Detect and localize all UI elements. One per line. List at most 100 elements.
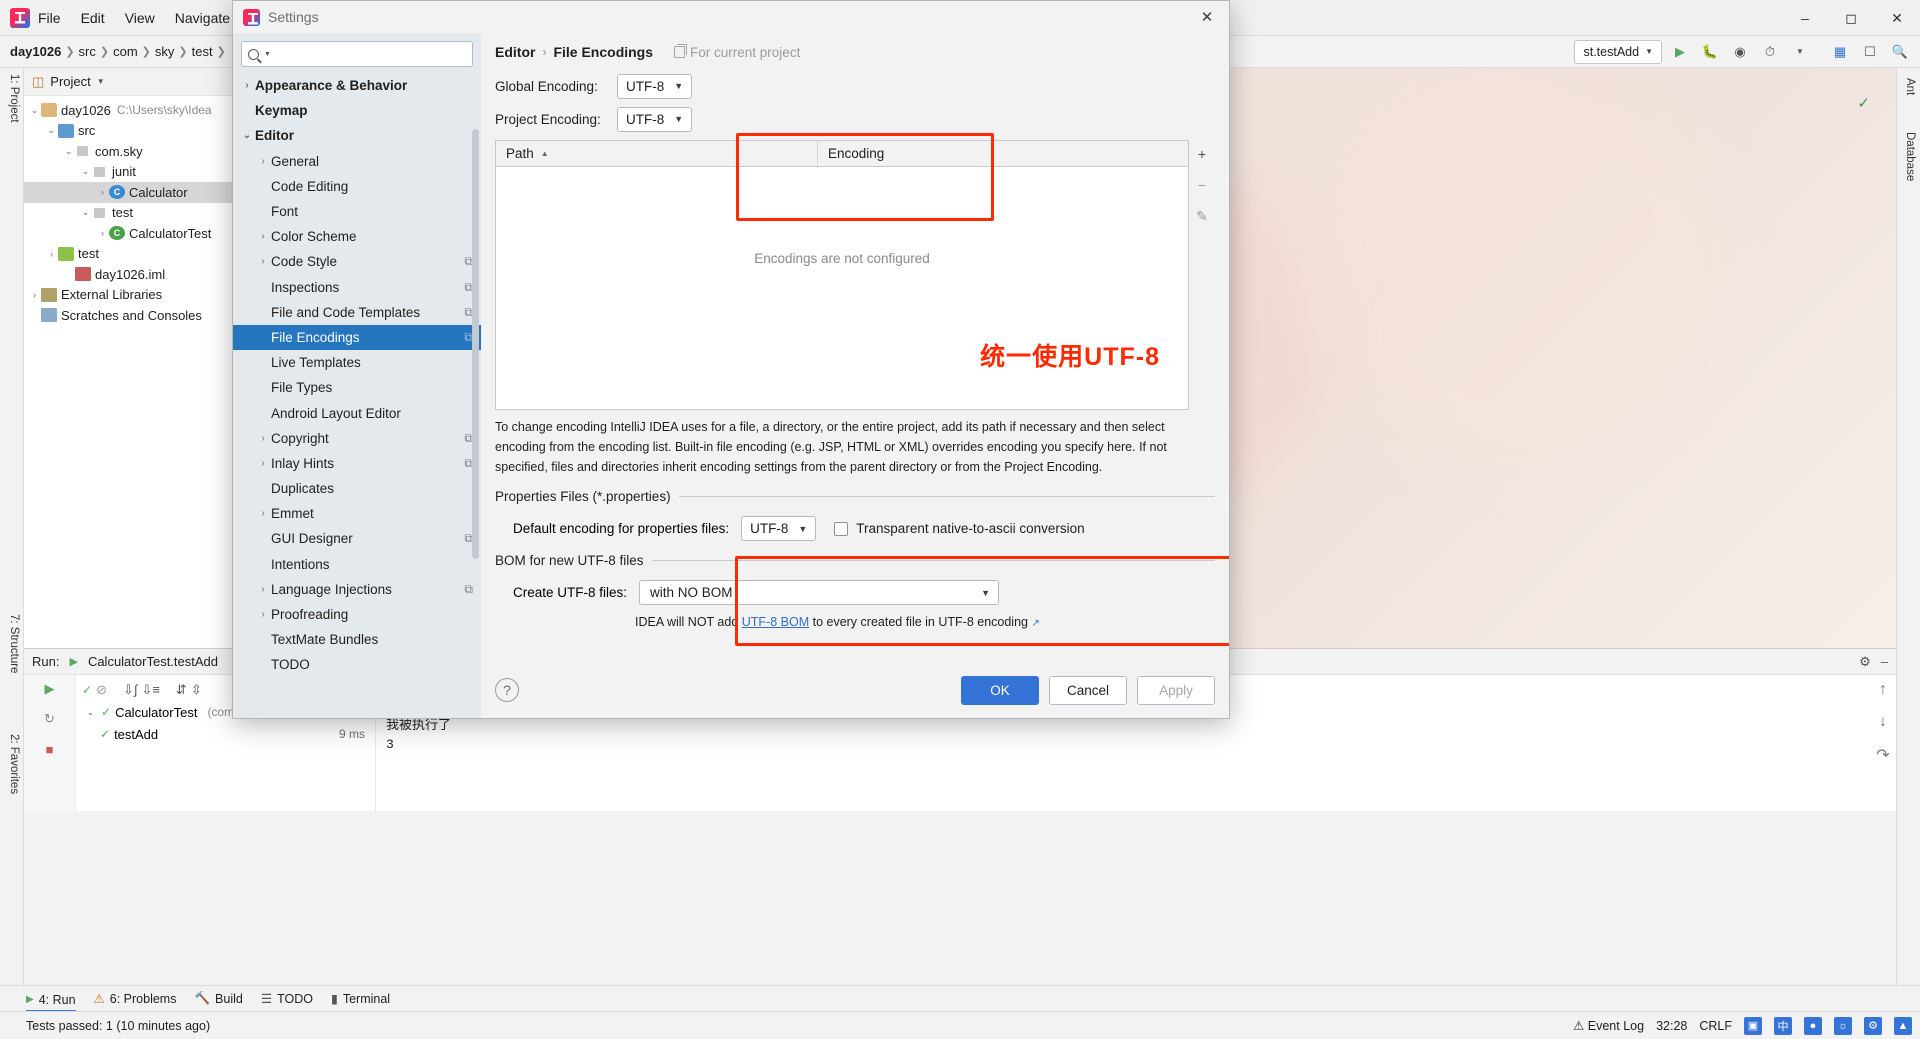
menu-item-file[interactable]: File bbox=[38, 10, 61, 26]
settings-category-color-scheme[interactable]: › Color Scheme bbox=[233, 224, 481, 249]
breadcrumb-project[interactable]: day1026 ❯ src ❯ com ❯ sky ❯ test ❯ bbox=[10, 44, 230, 59]
status-bar-right[interactable]: ⚠ Event Log 32:28 CRLF ▣ 中 ● ☼ ⚙ ▲ bbox=[1573, 1016, 1912, 1035]
settings-category-android-layout-editor[interactable]: Android Layout Editor bbox=[233, 400, 481, 425]
chevron-down-icon[interactable]: ⌄ bbox=[62, 146, 75, 157]
bottom-tab-run[interactable]: ▶ 4: Run bbox=[26, 986, 76, 1012]
settings-category-todo[interactable]: TODO bbox=[233, 652, 481, 677]
tool-tab-structure[interactable]: 7: Structure bbox=[0, 608, 24, 679]
project-structure-button[interactable]: ▦ bbox=[1828, 40, 1852, 64]
filter-ignored-icon[interactable]: ⊘ bbox=[96, 682, 107, 698]
rerun-button[interactable]: ▶ bbox=[40, 679, 60, 699]
settings-search-box[interactable]: ▼ bbox=[241, 41, 473, 67]
ok-button[interactable]: OK bbox=[961, 675, 1039, 705]
settings-category-textmate-bundles[interactable]: TextMate Bundles bbox=[233, 627, 481, 652]
settings-category-keymap[interactable]: Keymap bbox=[233, 98, 481, 123]
run-configuration-selector[interactable]: st.testAdd ▼ bbox=[1574, 39, 1662, 64]
chevron-right-icon[interactable]: › bbox=[255, 458, 271, 469]
settings-category-gui-designer[interactable]: GUI Designer ⧉ bbox=[233, 526, 481, 551]
settings-category-emmet[interactable]: › Emmet bbox=[233, 501, 481, 526]
settings-gear-icon[interactable]: ⚙ bbox=[1859, 654, 1871, 670]
sort-duration-icon[interactable]: ⇩≡ bbox=[141, 682, 159, 698]
chevron-down-icon[interactable]: ⌄ bbox=[45, 125, 58, 136]
bottom-tab-terminal[interactable]: ▮ Terminal bbox=[331, 991, 390, 1007]
coverage-button[interactable]: ◉ bbox=[1728, 40, 1752, 64]
chevron-right-icon[interactable]: › bbox=[239, 80, 255, 91]
chevron-right-icon[interactable]: › bbox=[255, 508, 271, 519]
settings-category-live-templates[interactable]: Live Templates bbox=[233, 350, 481, 375]
run-button[interactable]: ▶ bbox=[1668, 40, 1692, 64]
breadcrumb-item-test[interactable]: test bbox=[192, 44, 213, 59]
chevron-right-icon[interactable]: › bbox=[96, 187, 109, 197]
chevron-right-icon[interactable]: › bbox=[255, 609, 271, 620]
chevron-down-icon[interactable]: ▼ bbox=[97, 77, 105, 86]
sort-alpha-icon[interactable]: ⇩∫ bbox=[123, 682, 137, 698]
search-everywhere-icon[interactable]: 🔍 bbox=[1888, 40, 1912, 64]
settings-category-general[interactable]: › General bbox=[233, 149, 481, 174]
chevron-right-icon[interactable]: › bbox=[255, 231, 271, 242]
chevron-right-icon[interactable]: › bbox=[255, 256, 271, 267]
ime-icon-2[interactable]: 中 bbox=[1774, 1016, 1792, 1035]
maximize-button[interactable]: ◻ bbox=[1828, 0, 1874, 36]
settings-category-inlay-hints[interactable]: › Inlay Hints ⧉ bbox=[233, 451, 481, 476]
settings-category-file-encodings[interactable]: File Encodings ⧉ bbox=[233, 324, 481, 351]
test-result-row[interactable]: ✓ testAdd 9 ms bbox=[76, 723, 375, 745]
chevron-right-icon[interactable]: › bbox=[255, 584, 271, 595]
chevron-right-icon[interactable]: › bbox=[96, 228, 109, 238]
caret-position[interactable]: 32:28 bbox=[1656, 1019, 1687, 1033]
stop-button[interactable]: ■ bbox=[40, 739, 60, 759]
ime-icon-1[interactable]: ▣ bbox=[1744, 1016, 1762, 1035]
settings-category-editor[interactable]: ⌄ Editor bbox=[233, 123, 481, 148]
settings-category-file-types[interactable]: File Types bbox=[233, 375, 481, 400]
apply-button[interactable]: Apply bbox=[1137, 675, 1215, 705]
ime-icon-3[interactable]: ● bbox=[1804, 1016, 1822, 1035]
categories-scrollbar-thumb[interactable] bbox=[472, 129, 479, 559]
dialog-close-button[interactable]: ✕ bbox=[1185, 1, 1229, 33]
settings-category-inspections[interactable]: Inspections ⧉ bbox=[233, 275, 481, 300]
run-window-toolbar[interactable]: ▶ ↻ ■ bbox=[24, 675, 76, 812]
project-encoding-dropdown[interactable]: UTF-8 ▼ bbox=[617, 106, 693, 132]
rerun-failed-button[interactable]: ↻ bbox=[40, 709, 60, 729]
breadcrumb-item-project[interactable]: day1026 bbox=[10, 44, 61, 59]
menu-item-edit[interactable]: Edit bbox=[81, 10, 105, 26]
line-separator[interactable]: CRLF bbox=[1699, 1019, 1732, 1033]
menu-item-view[interactable]: View bbox=[125, 10, 155, 26]
scroll-up-icon[interactable]: ↑ bbox=[1879, 681, 1887, 699]
bottom-tab-todo[interactable]: ☰ TODO bbox=[261, 991, 313, 1007]
settings-category-copyright[interactable]: › Copyright ⧉ bbox=[233, 426, 481, 451]
event-log-button[interactable]: ⚠ Event Log bbox=[1573, 1018, 1644, 1033]
bottom-tab-build[interactable]: 🔨 Build bbox=[194, 991, 242, 1006]
chevron-down-icon[interactable]: ⌄ bbox=[84, 707, 97, 718]
encodings-table[interactable]: Path ▲ Encoding Encodings are not config… bbox=[495, 140, 1189, 410]
settings-category-font[interactable]: Font bbox=[233, 199, 481, 224]
chevron-down-icon[interactable]: ⌄ bbox=[239, 130, 255, 141]
ime-icon-5[interactable]: ⚙ bbox=[1864, 1016, 1882, 1035]
encodings-table-actions[interactable]: + − ✎ bbox=[1189, 140, 1215, 410]
menu-item-navigate[interactable]: Navigate bbox=[175, 10, 230, 26]
debug-button[interactable]: 🐛 bbox=[1698, 40, 1722, 64]
add-encoding-button[interactable]: + bbox=[1192, 144, 1212, 164]
breadcrumb-item-src[interactable]: src bbox=[79, 44, 96, 59]
tool-tab-project[interactable]: 1: Project bbox=[0, 68, 24, 129]
soft-wrap-icon[interactable]: ↷ bbox=[1876, 745, 1889, 765]
categories-scrollbar[interactable] bbox=[471, 73, 480, 718]
chevron-down-icon[interactable]: ▼ bbox=[1788, 40, 1812, 64]
chevron-right-icon[interactable]: › bbox=[45, 249, 58, 259]
chevron-down-icon[interactable]: ▼ bbox=[264, 51, 271, 58]
settings-search-input[interactable] bbox=[275, 46, 466, 62]
breadcrumb-editor[interactable]: Editor bbox=[495, 44, 535, 60]
checkbox-box[interactable] bbox=[834, 521, 849, 536]
tool-tab-ant[interactable]: Ant bbox=[1896, 72, 1920, 101]
settings-category-appearance-behavior[interactable]: › Appearance & Behavior bbox=[233, 73, 481, 98]
column-header-encoding[interactable]: Encoding bbox=[818, 141, 1188, 166]
cancel-button[interactable]: Cancel bbox=[1049, 675, 1127, 705]
settings-category-code-editing[interactable]: Code Editing bbox=[233, 174, 481, 199]
remove-encoding-button[interactable]: − bbox=[1192, 175, 1212, 195]
settings-category-code-style[interactable]: › Code Style ⧉ bbox=[233, 249, 481, 274]
profiler-button[interactable]: ⏱ bbox=[1758, 40, 1782, 64]
chevron-down-icon[interactable]: ⌄ bbox=[79, 207, 92, 218]
minimize-button[interactable]: – bbox=[1782, 0, 1828, 36]
settings-category-duplicates[interactable]: Duplicates bbox=[233, 476, 481, 501]
settings-category-file-and-code-templates[interactable]: File and Code Templates ⧉ bbox=[233, 300, 481, 325]
ime-icon-6[interactable]: ▲ bbox=[1894, 1016, 1912, 1035]
close-window-button[interactable]: ✕ bbox=[1874, 0, 1920, 36]
